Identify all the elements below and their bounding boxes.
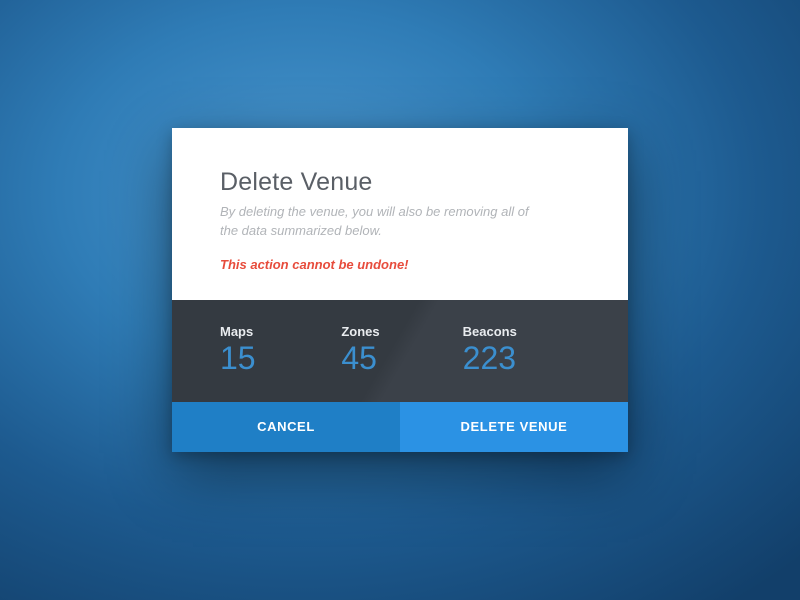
stat-maps-value: 15: [220, 341, 337, 376]
modal-subtitle: By deleting the venue, you will also be …: [220, 203, 540, 241]
stat-zones-value: 45: [341, 341, 458, 376]
delete-venue-modal: Delete Venue By deleting the venue, you …: [172, 128, 628, 452]
modal-actions: CANCEL DELETE VENUE: [172, 402, 628, 452]
delete-venue-button[interactable]: DELETE VENUE: [400, 402, 628, 452]
stat-zones: Zones 45: [337, 324, 458, 376]
modal-header: Delete Venue By deleting the venue, you …: [172, 128, 628, 300]
stats-row: Maps 15 Zones 45 Beacons 223: [172, 300, 628, 402]
stat-beacons-value: 223: [463, 341, 580, 376]
stat-maps-label: Maps: [220, 324, 337, 339]
stat-zones-label: Zones: [341, 324, 458, 339]
stat-beacons-label: Beacons: [463, 324, 580, 339]
modal-warning: This action cannot be undone!: [220, 257, 580, 272]
stat-maps: Maps 15: [220, 324, 337, 376]
cancel-button[interactable]: CANCEL: [172, 402, 400, 452]
stat-beacons: Beacons 223: [459, 324, 580, 376]
modal-title: Delete Venue: [220, 168, 580, 197]
